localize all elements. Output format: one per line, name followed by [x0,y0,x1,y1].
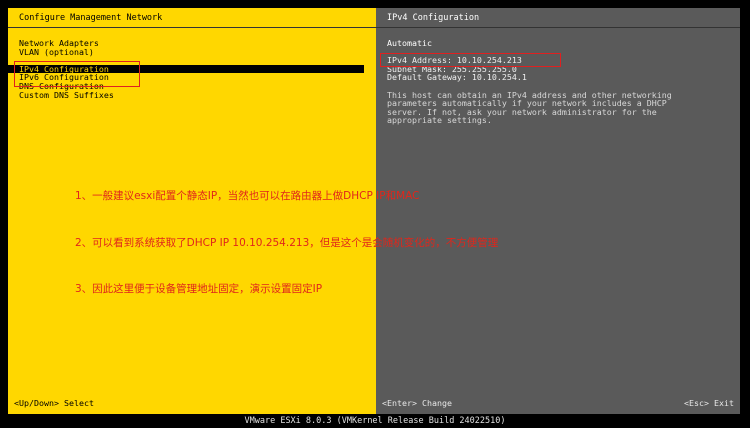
ipv4-description: This host can obtain an IPv4 address and… [387,89,672,126]
ipv4-menu-highlight-box [14,61,140,87]
enter-key: <Enter> [382,398,417,408]
menu-item-vlan[interactable]: VLAN (optional) [8,47,376,57]
ipv4-mode: Automatic [387,38,432,48]
version-status-bar: VMware ESXi 8.0.3 (VMKernel Release Buil… [0,414,750,428]
change-label: Change [421,398,452,408]
select-label: Select [63,398,94,408]
annotation-line-3: 3、因此这里便于设备管理地址固定，演示设置固定IP [75,283,323,295]
up-down-key: <Up/Down> [14,398,59,408]
annotation-line-1: 1、一般建议esxi配置个静态IP，当然也可以在路由器上做DHCP IP和MAC [75,190,420,202]
exit-hint: <Esc> Exit [684,398,734,408]
annotation-notes: 1、一般建议esxi配置个静态IP，当然也可以在路由器上做DHCP IP和MAC… [75,158,498,329]
annotation-line-2: 2、可以看到系统获取了DHCP IP 10.10.254.213，但是这个是会随… [75,236,499,249]
ipv4-details: Automatic IPv4 Address: 10.10.254.213 Su… [387,39,732,125]
change-hint: <Enter> Change [382,398,452,408]
esxi-dcui-console: Configure Management Network Network Ada… [0,0,750,428]
ipv4-address-highlight-box [380,53,561,67]
exit-label: Exit [714,398,734,408]
menu-pane-title: Configure Management Network [8,8,376,28]
details-pane-title: IPv4 Configuration [376,8,740,28]
menu-item-custom-dns-suffixes[interactable]: Custom DNS Suffixes [8,90,376,100]
default-gateway: Default Gateway: 10.10.254.1 [387,72,527,83]
esc-key: <Esc> [684,398,710,408]
select-hint: <Up/Down> Select [14,398,94,408]
